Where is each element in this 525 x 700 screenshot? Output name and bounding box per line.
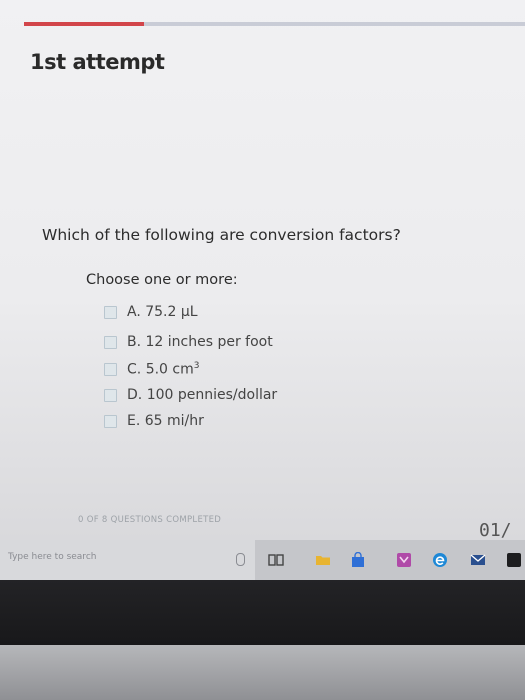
taskbar-app-icon[interactable] (505, 552, 523, 568)
option-e[interactable]: E. 65 mi/hr (104, 411, 204, 431)
instruction-text: Choose one or more: (86, 272, 238, 288)
checkbox-b[interactable] (104, 335, 117, 349)
questions-completed-text: 0 OF 8 QUESTIONS COMPLETED (78, 515, 222, 525)
monitor-base (0, 645, 525, 700)
screen: 1st attempt Which of the following are c… (0, 0, 525, 540)
option-d[interactable]: D. 100 pennies/dollar (104, 385, 277, 405)
checkbox-a[interactable] (104, 305, 117, 319)
option-b[interactable]: B. 12 inches per foot (104, 332, 273, 352)
app-icon[interactable] (396, 552, 412, 568)
file-explorer-icon[interactable] (315, 552, 331, 568)
question-text: Which of the following are conversion fa… (42, 226, 401, 244)
taskbar-search-box[interactable]: Type here to search (0, 540, 255, 580)
taskbar-search-input[interactable]: Type here to search (8, 552, 96, 562)
checkbox-e[interactable] (104, 414, 117, 428)
progress-bar (24, 22, 525, 26)
option-d-label: D. 100 pennies/dollar (127, 387, 278, 403)
mail-icon[interactable] (470, 552, 486, 568)
edge-icon[interactable] (432, 552, 448, 568)
attempt-label: 1st attempt (30, 50, 165, 74)
taskbar: Type here to search (0, 540, 525, 580)
option-c[interactable]: C. 5.0 cm3 (104, 359, 199, 379)
option-a[interactable]: A. 75.2 µL (104, 302, 198, 322)
option-b-label: B. 12 inches per foot (127, 334, 273, 350)
option-c-label: C. 5.0 cm3 (127, 360, 200, 378)
option-e-label: E. 65 mi/hr (127, 413, 204, 429)
progress-fill (24, 22, 145, 26)
option-a-label: A. 75.2 µL (127, 304, 198, 320)
task-view-icon[interactable] (268, 552, 284, 568)
store-icon[interactable] (350, 552, 366, 568)
checkbox-c[interactable] (104, 362, 117, 376)
checkbox-d[interactable] (104, 388, 117, 402)
microphone-icon[interactable] (236, 553, 245, 566)
timer: 01/ (479, 520, 512, 540)
